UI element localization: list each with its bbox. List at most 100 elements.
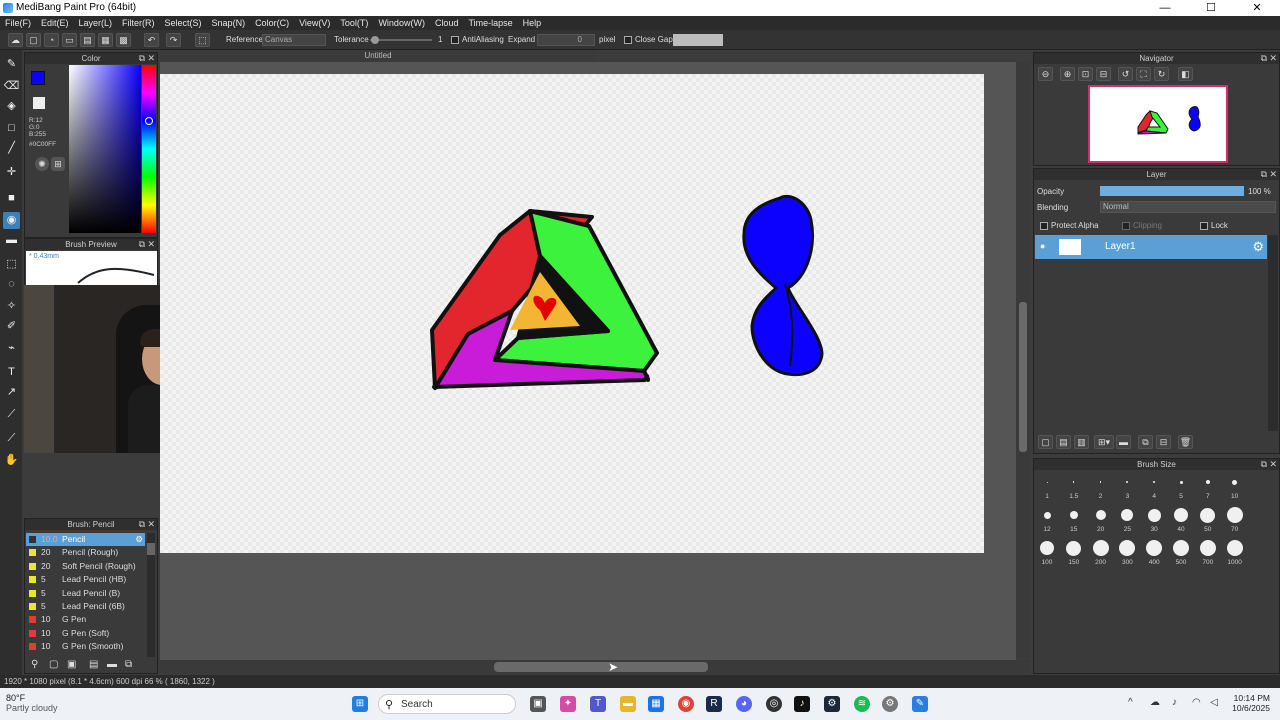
duplicate-layer-icon[interactable]: ⧉: [1138, 435, 1153, 449]
lock-option[interactable]: Lock: [1200, 221, 1228, 230]
visibility-icon[interactable]: ●: [1040, 241, 1045, 251]
folder-icon[interactable]: ▬: [107, 659, 117, 670]
zoom-in-icon[interactable]: ⊕: [1060, 67, 1075, 81]
drawing-canvas[interactable]: [160, 74, 984, 553]
chevron-up-icon[interactable]: ^: [1128, 697, 1133, 708]
zoom-actual-icon[interactable]: ⊟: [1096, 67, 1111, 81]
opacity-slider[interactable]: [1100, 186, 1244, 196]
close-gaps-option[interactable]: Close Gaps: [624, 35, 677, 44]
maximize-button[interactable]: ☐: [1188, 0, 1234, 16]
dropper-tool-icon[interactable]: ⟋: [3, 430, 20, 447]
brush-size-option[interactable]: 1000: [1222, 539, 1248, 566]
wifi-icon[interactable]: ◠: [1192, 697, 1201, 708]
palette-icon[interactable]: ⊞: [51, 157, 65, 171]
gear-icon[interactable]: ⚙: [135, 533, 143, 546]
menu-window[interactable]: Window(W): [373, 16, 430, 30]
rotate-left-icon[interactable]: ↺: [1118, 67, 1133, 81]
brush-size-option[interactable]: 12: [1034, 506, 1060, 533]
zoom-out-icon[interactable]: ⊖: [1038, 67, 1053, 81]
pen-tool-icon[interactable]: ✎: [3, 56, 20, 73]
new-file-icon[interactable]: ▢: [26, 33, 41, 47]
brush-size-option[interactable]: 700: [1195, 539, 1221, 566]
steam-icon[interactable]: ⚙: [824, 696, 840, 712]
canvas-vertical-scroll-thumb[interactable]: [1019, 302, 1027, 452]
list-item[interactable]: 5 Lead Pencil (HB): [26, 573, 145, 586]
antialiasing-option[interactable]: AntiAliasing: [451, 35, 504, 44]
list-item[interactable]: 10 G Pen (Soft): [26, 627, 145, 640]
menu-cloud[interactable]: Cloud: [430, 16, 464, 30]
close-button[interactable]: ✕: [1234, 0, 1280, 16]
close-icon[interactable]: ✕: [1269, 169, 1277, 180]
teams-icon[interactable]: T: [590, 696, 606, 712]
task-view-icon[interactable]: ▣: [530, 696, 546, 712]
layer-row[interactable]: ● Layer1 ⚙: [1035, 235, 1267, 259]
chrome-icon[interactable]: ◉: [678, 696, 694, 712]
close-gaps-slider[interactable]: [673, 34, 723, 46]
new-layer-icon[interactable]: ▢: [1038, 435, 1053, 449]
copilot-icon[interactable]: ✦: [560, 696, 576, 712]
menu-snap[interactable]: Snap(N): [207, 16, 251, 30]
menu-filter[interactable]: Filter(R): [117, 16, 160, 30]
new-brush-icon[interactable]: ▢: [49, 659, 58, 670]
spotify-icon[interactable]: ≋: [854, 696, 870, 712]
undo-icon[interactable]: ↶: [144, 33, 159, 47]
menu-help[interactable]: Help: [518, 16, 547, 30]
color-wheel-icon[interactable]: ✺: [35, 157, 49, 171]
float-icon[interactable]: ⧉: [1261, 169, 1267, 180]
navigator-thumbnail[interactable]: [1088, 85, 1228, 163]
volume-icon[interactable]: ◁: [1210, 697, 1218, 708]
brush-size-option[interactable]: 40: [1168, 506, 1194, 533]
brush-size-option[interactable]: 7: [1195, 473, 1221, 500]
brush-size-option[interactable]: 300: [1114, 539, 1140, 566]
close-icon[interactable]: ✕: [147, 53, 155, 64]
layer-list-scrollbar[interactable]: [1268, 235, 1278, 431]
dot-eraser-icon[interactable]: ◈: [3, 98, 20, 115]
tolerance-slider[interactable]: [370, 36, 432, 44]
close-icon[interactable]: ✕: [1269, 53, 1277, 64]
list-item[interactable]: 20 Soft Pencil (Rough): [26, 560, 145, 573]
delete-layer-icon[interactable]: 🗑: [1178, 435, 1193, 449]
store-icon[interactable]: ▦: [648, 696, 664, 712]
redo-icon[interactable]: ↷: [166, 33, 181, 47]
canvas-horizontal-scroll-thumb[interactable]: [494, 662, 708, 672]
brush-size-option[interactable]: 1.5: [1061, 473, 1087, 500]
brush-size-option[interactable]: 20: [1088, 506, 1114, 533]
merge-layer-icon[interactable]: ⊟: [1156, 435, 1171, 449]
menu-view[interactable]: View(V): [294, 16, 335, 30]
menu-layer[interactable]: Layer(L): [74, 16, 118, 30]
menu-select[interactable]: Select(S): [160, 16, 207, 30]
close-icon[interactable]: ✕: [1269, 459, 1277, 470]
reference-select[interactable]: Canvas: [262, 34, 326, 46]
copy-brush-icon[interactable]: ▤: [89, 659, 98, 670]
clock[interactable]: 10:14 PM 10/6/2025: [1226, 693, 1270, 713]
flip-icon[interactable]: ◧: [1178, 67, 1193, 81]
brush-list-scrollbar[interactable]: [147, 533, 155, 657]
clipping-checkbox[interactable]: [1122, 221, 1130, 230]
layer-name[interactable]: Layer1: [1105, 241, 1136, 252]
weather-widget[interactable]: 80°F Partly cloudy: [6, 693, 58, 713]
file-explorer-icon[interactable]: ▬: [620, 696, 636, 712]
obs-icon[interactable]: ◎: [766, 696, 782, 712]
close-gaps-checkbox[interactable]: [624, 35, 632, 44]
select-pen-icon[interactable]: ✐: [3, 318, 20, 335]
secondary-color-swatch[interactable]: [33, 97, 45, 109]
brush-size-option[interactable]: 5: [1168, 473, 1194, 500]
duplicate-icon[interactable]: ⧉: [125, 659, 132, 670]
menu-color[interactable]: Color(C): [250, 16, 294, 30]
gradient-tool-icon[interactable]: ▬: [3, 232, 20, 249]
rotate-right-icon[interactable]: ↻: [1154, 67, 1169, 81]
magic-wand-icon[interactable]: ✧: [3, 298, 20, 315]
float-icon[interactable]: ⧉: [139, 53, 145, 64]
save-icon[interactable]: ▭: [62, 33, 77, 47]
settings-icon[interactable]: ⚙: [882, 696, 898, 712]
list-item[interactable]: 20 Pencil (Rough): [26, 546, 145, 559]
bucket-tool-icon[interactable]: ◉: [3, 212, 20, 229]
brush-size-option[interactable]: 500: [1168, 539, 1194, 566]
grid-icon[interactable]: ▩: [116, 33, 131, 47]
float-icon[interactable]: ⧉: [139, 519, 145, 530]
clipping-option[interactable]: Clipping: [1122, 221, 1162, 230]
brush-size-option[interactable]: 50: [1195, 506, 1221, 533]
brush-item-pencil[interactable]: 10.0 Pencil ⚙: [26, 533, 145, 547]
gear-icon[interactable]: ⚙: [1252, 239, 1264, 255]
windows-start-icon[interactable]: ⊞: [352, 696, 368, 712]
